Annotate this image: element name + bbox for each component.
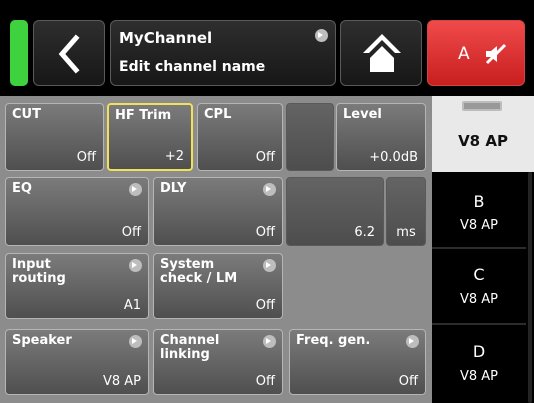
input-routing-label: Input routing [12,257,66,286]
back-button[interactable] [33,20,105,86]
level-tile[interactable]: Level +0.0dB [336,103,426,171]
system-check-label: System check / LM [160,257,238,286]
submenu-arrow-icon [129,335,142,348]
input-routing-value: A1 [123,298,141,313]
dly-value: Off [255,225,275,240]
cpl-tile[interactable]: CPL Off [197,103,283,171]
hf-trim-label: HF Trim [115,108,172,123]
delay-value: 6.2 [354,225,375,240]
mute-label: A [458,44,470,64]
hf-trim-tile[interactable]: HF Trim +2 [107,103,193,171]
cut-value: Off [76,150,96,165]
device-d-letter: D [472,342,486,361]
dly-tile[interactable]: DLY Off [153,177,283,246]
speaker-tile[interactable]: Speaker V8 AP [5,329,149,395]
speaker-label: Speaker [12,333,72,348]
level-label: Level [343,107,382,122]
device-b-letter: B [473,192,485,211]
channel-linking-label: Channel linking [160,333,220,362]
device-c-letter: C [473,265,485,284]
speaker-muted-icon [485,43,507,65]
device-d-item[interactable]: D V8 AP [432,325,526,401]
device-a-type: V8 AP [458,132,508,150]
status-led-icon [10,20,28,86]
eq-value: Off [121,225,141,240]
mute-button[interactable]: A [427,20,525,86]
submenu-arrow-icon [263,183,276,196]
device-indicator-icon [462,101,502,111]
system-check-value: Off [255,298,275,313]
submenu-arrow-icon [129,259,142,272]
channel-linking-tile[interactable]: Channel linking Off [153,329,283,395]
channel-name-button[interactable]: MyChannel Edit channel name [110,20,336,86]
home-button[interactable] [340,20,422,86]
level-value: +0.0dB [369,150,418,165]
channel-name: MyChannel [119,29,213,47]
device-b-item[interactable]: B V8 AP [432,174,526,246]
eq-label: EQ [12,181,32,196]
submenu-arrow-icon [406,335,419,348]
freq-gen-label: Freq. gen. [296,333,371,348]
home-icon [363,34,401,72]
hf-trim-value: +2 [164,149,184,164]
device-c-item[interactable]: C V8 AP [432,249,526,321]
cpl-value: Off [255,150,275,165]
speaker-value: V8 AP [102,374,141,389]
submenu-arrow-icon [315,29,328,42]
freq-gen-tile[interactable]: Freq. gen. Off [289,329,426,395]
cut-label: CUT [12,107,41,122]
device-list-scrollbar[interactable] [528,172,532,403]
level-meter-area [286,103,334,171]
eq-tile[interactable]: EQ Off [5,177,149,246]
channel-linking-value: Off [255,374,275,389]
cut-tile[interactable]: CUT Off [5,103,104,171]
device-b-type: V8 AP [459,218,499,233]
delay-value-field[interactable]: 6.2 [286,177,384,246]
dly-label: DLY [160,181,187,196]
delay-unit: ms [396,225,416,240]
system-check-tile[interactable]: System check / LM Off [153,253,283,319]
submenu-arrow-icon [263,335,276,348]
edit-channel-name-label: Edit channel name [119,59,266,75]
freq-gen-value: Off [398,374,418,389]
device-c-type: V8 AP [459,292,499,307]
submenu-arrow-icon [129,183,142,196]
chevron-left-icon [58,34,80,74]
input-routing-tile[interactable]: Input routing A1 [5,253,149,319]
device-d-type: V8 AP [459,369,499,384]
cpl-label: CPL [204,107,232,122]
delay-unit-field: ms [386,177,426,246]
submenu-arrow-icon [263,259,276,272]
